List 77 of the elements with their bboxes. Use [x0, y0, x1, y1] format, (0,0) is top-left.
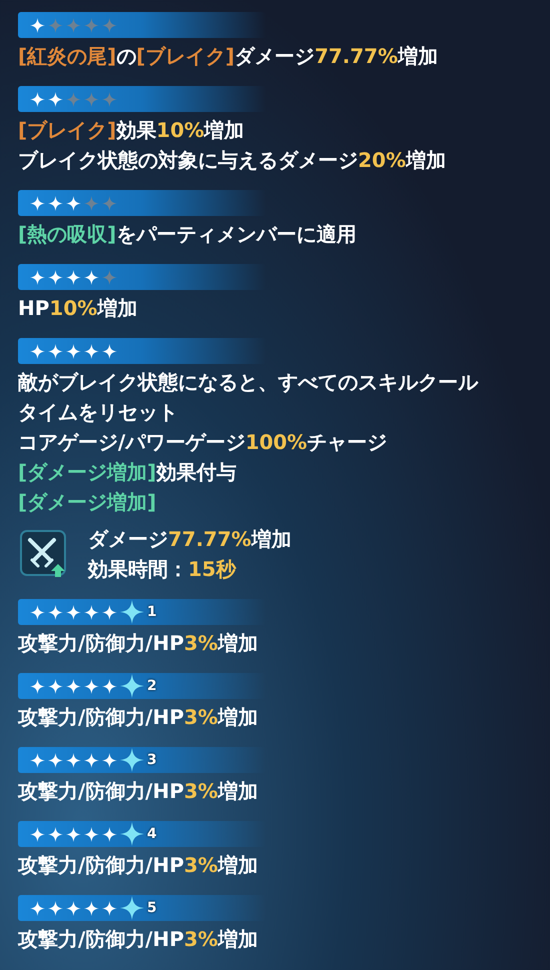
- star-icon: [102, 344, 117, 358]
- star-icon: [84, 900, 99, 916]
- star-icon: [84, 344, 99, 358]
- star-icon: [48, 270, 63, 284]
- effect-text: ダメージ77.77%増加: [88, 526, 292, 553]
- star-icon: [48, 196, 63, 210]
- star-icon: [102, 604, 117, 620]
- effect-text: [紅炎の尾]の[ブレイク]ダメージ77.77%増加: [18, 43, 439, 70]
- empty-star-icon: [48, 18, 63, 32]
- effect-text: 攻撃力/防御力/HP3%増加: [18, 630, 259, 657]
- empty-star-icon: [102, 270, 117, 284]
- star-icon: [66, 196, 81, 210]
- effect-text: [ダメージ増加]: [18, 489, 158, 516]
- rank-number: 3: [147, 753, 157, 767]
- star-icon: [48, 92, 63, 106]
- star-icon: [66, 604, 81, 620]
- star-icon: [48, 604, 63, 620]
- star-icon: [120, 748, 144, 772]
- star-icon: [84, 826, 99, 842]
- star-icon: [120, 822, 144, 846]
- star-icon: [84, 604, 99, 620]
- effect-text: コアゲージ/パワーゲージ100%チャージ: [18, 429, 388, 456]
- effect-text: [ダメージ増加]効果付与: [18, 459, 238, 486]
- star-icon: [84, 270, 99, 284]
- effect-text: [熱の吸収]をパーティメンバーに適用: [18, 221, 358, 248]
- rank-number: 5: [147, 901, 157, 915]
- rank-number: 4: [147, 827, 157, 841]
- effect-text: 攻撃力/防御力/HP3%増加: [18, 926, 259, 953]
- star-icon: [30, 270, 45, 284]
- star-icon: [66, 752, 81, 768]
- star-icon: [84, 752, 99, 768]
- star-icon: [48, 344, 63, 358]
- empty-star-icon: [66, 92, 81, 106]
- star-icon: [48, 900, 63, 916]
- empty-star-icon: [84, 196, 99, 210]
- star-icon: [102, 826, 117, 842]
- star-icon: [48, 678, 63, 694]
- rank-number: 2: [147, 679, 157, 693]
- empty-star-icon: [66, 18, 81, 32]
- empty-star-icon: [102, 18, 117, 32]
- effect-text: 効果時間：15秒: [88, 556, 238, 583]
- star-icon: [30, 826, 45, 842]
- effect-text: 攻撃力/防御力/HP3%増加: [18, 704, 259, 731]
- star-icon: [48, 826, 63, 842]
- star-icon: [66, 900, 81, 916]
- star-icon: [66, 678, 81, 694]
- star-icon: [30, 92, 45, 106]
- star-icon: [30, 18, 45, 32]
- effect-text: 攻撃力/防御力/HP3%増加: [18, 852, 259, 879]
- star-icon: [66, 270, 81, 284]
- star-icon: [102, 752, 117, 768]
- empty-star-icon: [102, 92, 117, 106]
- effect-text: ブレイク状態の対象に与えるダメージ20%増加: [18, 147, 447, 174]
- effect-text: HP10%増加: [18, 295, 138, 322]
- star-icon: [102, 900, 117, 916]
- star-icon: [102, 678, 117, 694]
- star-icon: [84, 678, 99, 694]
- crossed-swords-icon: [20, 530, 68, 578]
- star-icon: [120, 674, 144, 698]
- star-icon: [120, 896, 144, 920]
- star-icon: [120, 600, 144, 624]
- star-icon: [66, 826, 81, 842]
- rank-number: 1: [147, 605, 157, 619]
- empty-star-icon: [84, 92, 99, 106]
- star-icon: [30, 604, 45, 620]
- star-icon: [30, 900, 45, 916]
- star-icon: [30, 344, 45, 358]
- star-icon: [30, 678, 45, 694]
- empty-star-icon: [84, 18, 99, 32]
- star-icon: [30, 196, 45, 210]
- effect-text: [ブレイク]効果10%増加: [18, 117, 246, 144]
- effect-text: 敵がブレイク状態になると、すべてのスキルクールタイムをリセット: [18, 369, 480, 426]
- empty-star-icon: [102, 196, 117, 210]
- effect-text: 攻撃力/防御力/HP3%増加: [18, 778, 259, 805]
- star-icon: [66, 344, 81, 358]
- star-icon: [30, 752, 45, 768]
- star-icon: [48, 752, 63, 768]
